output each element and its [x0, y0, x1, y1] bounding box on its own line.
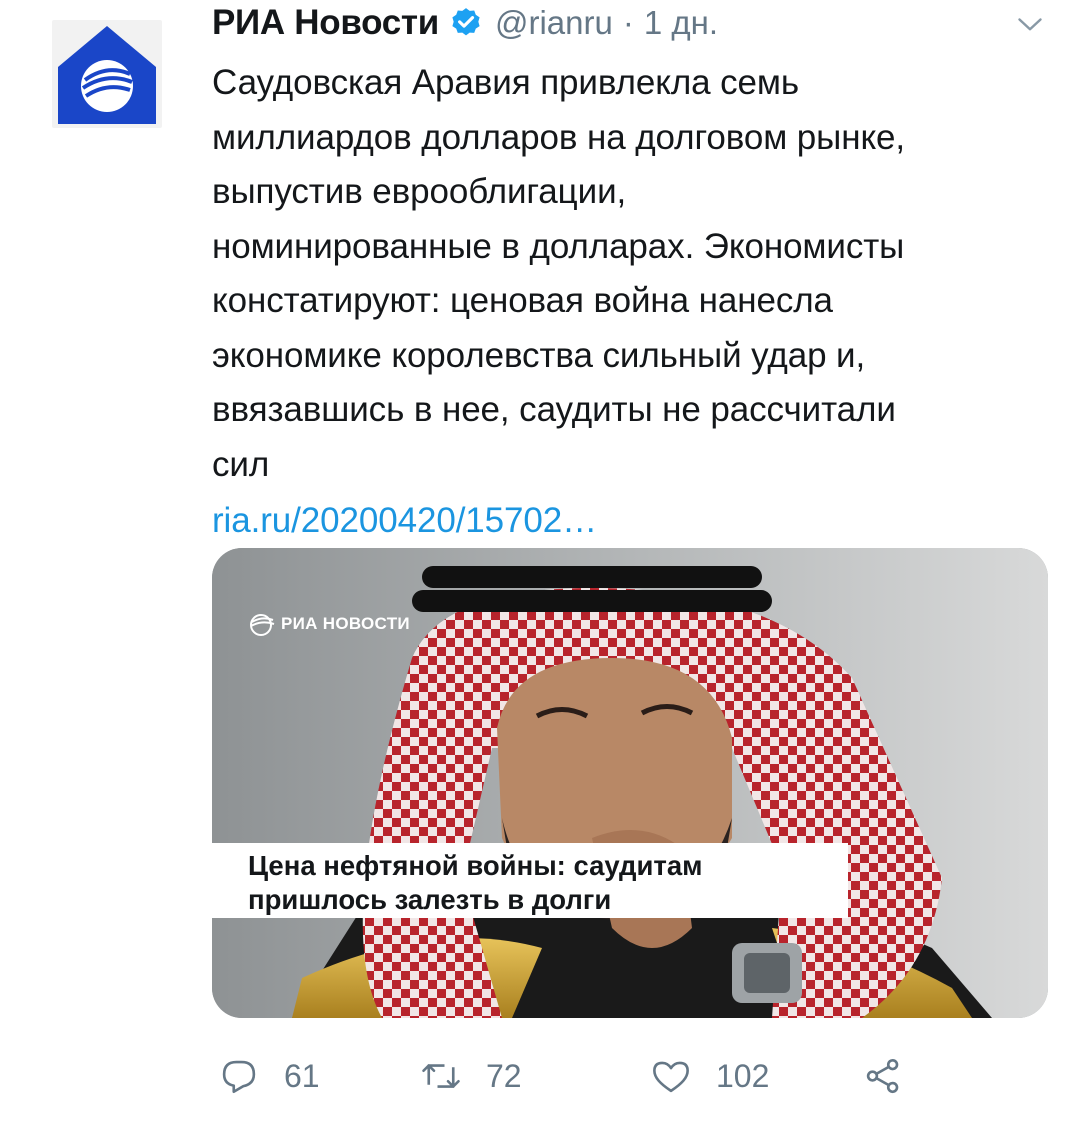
tweet-text-line: номинированные в долларах. Экономисты — [212, 226, 905, 266]
retweet-button[interactable]: 72 — [420, 1050, 522, 1102]
tweet-text-line: сил — [212, 444, 270, 484]
tweet-timestamp[interactable]: 1 дн. — [644, 4, 718, 42]
share-icon — [866, 1058, 899, 1094]
avatar[interactable] — [52, 20, 162, 128]
tweet-actions: 61 72 102 — [212, 1050, 1012, 1102]
article-link[interactable]: ria.ru/20200420/15702… — [212, 496, 1052, 546]
chevron-down-icon[interactable] — [1012, 6, 1048, 42]
tweet-content: РИА Новости @rianru · 1 дн. Саудовская А… — [212, 0, 1052, 1018]
reply-icon — [222, 1060, 256, 1094]
watermark-text: РИА НОВОСТИ — [281, 614, 410, 633]
card-headline-line: Цена нефтяной войны: саудитам — [248, 850, 703, 881]
card-headline-line: пришлось залезть в долги — [248, 884, 612, 915]
ria-logo-icon — [250, 614, 275, 636]
like-count: 102 — [716, 1057, 770, 1094]
tweet-text-line: констатируют: ценовая война нанесла — [212, 281, 833, 320]
share-button[interactable] — [862, 1050, 904, 1102]
verified-badge-icon — [449, 6, 483, 40]
tweet-text-line: выпустив еврооблигации, — [212, 172, 627, 211]
ria-watermark: РИА НОВОСТИ — [248, 612, 410, 636]
separator-dot: · — [622, 4, 634, 41]
tweet-text-line: миллиардов долларов на долговом рынке, — [212, 117, 906, 157]
link-preview-card[interactable]: РИА НОВОСТИ Цена нефтяной войны: саудита… — [212, 548, 1048, 1018]
ria-logo-icon — [58, 26, 156, 124]
tweet-text-line: экономике королевства сильный удар и, — [212, 335, 866, 375]
retweet-count: 72 — [486, 1057, 522, 1094]
reply-button[interactable]: 61 — [218, 1050, 320, 1102]
card-headline: Цена нефтяной войны: саудитам пришлось з… — [212, 843, 848, 918]
tweet-text-line: ввязавшись в нее, саудиты не рассчитали — [212, 390, 896, 429]
reply-count: 61 — [284, 1057, 320, 1094]
author-handle[interactable]: @rianru — [495, 4, 613, 42]
heart-icon — [653, 1061, 689, 1093]
like-button[interactable]: 102 — [650, 1050, 769, 1102]
tweet-text: Саудовская Аравия привлекла семь миллиар… — [212, 56, 1052, 546]
retweet-icon — [422, 1064, 460, 1088]
author-name[interactable]: РИА Новости — [212, 3, 439, 43]
tweet-text-line: Саудовская Аравия привлекла семь — [212, 63, 800, 102]
tweet-header: РИА Новости @rianru · 1 дн. — [212, 0, 1052, 46]
